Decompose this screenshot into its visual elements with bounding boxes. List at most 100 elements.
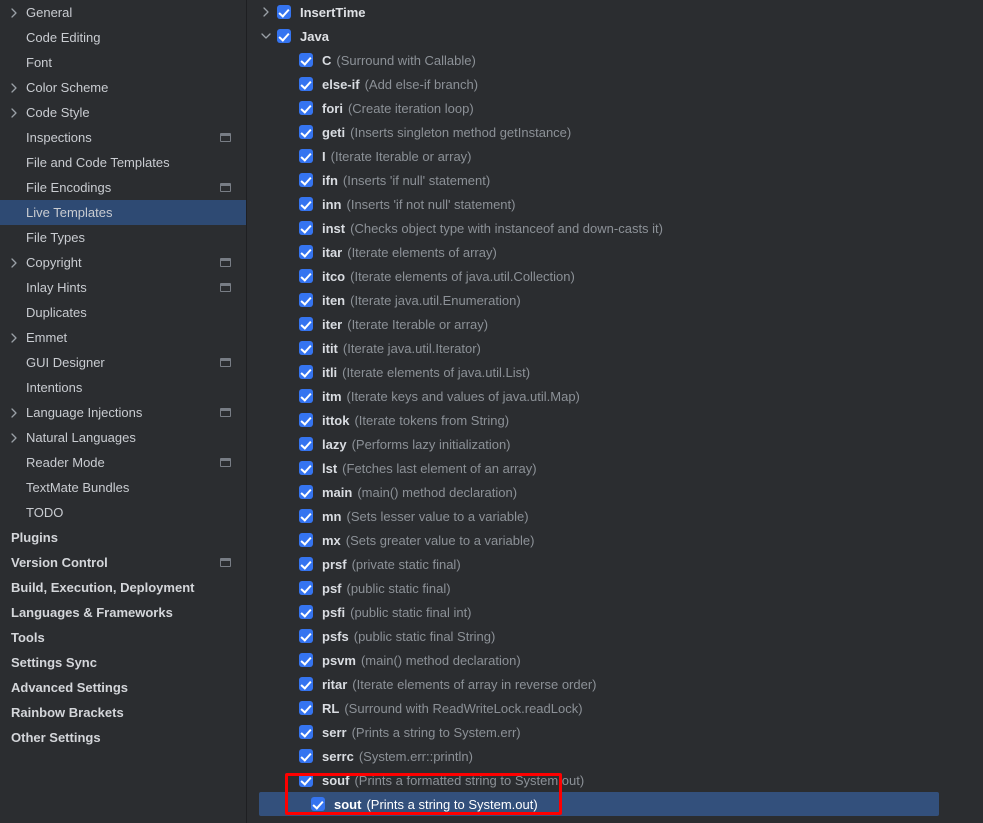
template-checkbox[interactable] <box>277 29 291 43</box>
template-row[interactable]: psfi (public static final int) <box>247 600 983 624</box>
sidebar-item-file-and-code-templates[interactable]: File and Code Templates <box>0 150 247 175</box>
template-row[interactable]: prsf (private static final) <box>247 552 983 576</box>
template-checkbox[interactable] <box>299 173 313 187</box>
sidebar-item-gui-designer[interactable]: GUI Designer <box>0 350 247 375</box>
template-row[interactable]: mx (Sets greater value to a variable) <box>247 528 983 552</box>
template-row[interactable]: mn (Sets lesser value to a variable) <box>247 504 983 528</box>
sidebar-item-file-encodings[interactable]: File Encodings <box>0 175 247 200</box>
template-row[interactable]: psf (public static final) <box>247 576 983 600</box>
sidebar-item-font[interactable]: Font <box>0 50 247 75</box>
template-row[interactable]: iten (Iterate java.util.Enumeration) <box>247 288 983 312</box>
template-row[interactable]: lazy (Performs lazy initialization) <box>247 432 983 456</box>
template-checkbox[interactable] <box>299 317 313 331</box>
sidebar-item-natural-languages[interactable]: Natural Languages <box>0 425 247 450</box>
template-row[interactable]: psvm (main() method declaration) <box>247 648 983 672</box>
sidebar-item-languages-frameworks[interactable]: Languages & Frameworks <box>0 600 247 625</box>
chevron-right-icon[interactable] <box>8 107 20 119</box>
template-row[interactable]: serrc (System.err::println) <box>247 744 983 768</box>
chevron-right-icon[interactable] <box>8 257 20 269</box>
template-checkbox[interactable] <box>299 389 313 403</box>
template-checkbox[interactable] <box>299 53 313 67</box>
template-row[interactable]: itit (Iterate java.util.Iterator) <box>247 336 983 360</box>
template-row[interactable]: I (Iterate Iterable or array) <box>247 144 983 168</box>
chevron-right-icon[interactable] <box>8 82 20 94</box>
template-row[interactable]: C (Surround with Callable) <box>247 48 983 72</box>
template-checkbox[interactable] <box>299 77 313 91</box>
template-row[interactable]: itar (Iterate elements of array) <box>247 240 983 264</box>
template-checkbox[interactable] <box>299 245 313 259</box>
template-checkbox[interactable] <box>277 5 291 19</box>
template-row[interactable]: itco (Iterate elements of java.util.Colle… <box>247 264 983 288</box>
template-row[interactable]: RL (Surround with ReadWriteLock.readLock) <box>247 696 983 720</box>
template-checkbox[interactable] <box>299 149 313 163</box>
sidebar-item-live-templates[interactable]: Live Templates <box>0 200 247 225</box>
template-row[interactable]: serr (Prints a string to System.err) <box>247 720 983 744</box>
template-row[interactable]: itm (Iterate keys and values of java.util… <box>247 384 983 408</box>
template-row[interactable]: ritar (Iterate elements of array in rever… <box>247 672 983 696</box>
sidebar-item-emmet[interactable]: Emmet <box>0 325 247 350</box>
template-checkbox[interactable] <box>299 461 313 475</box>
template-checkbox[interactable] <box>299 773 313 787</box>
chevron-right-icon[interactable] <box>8 332 20 344</box>
template-checkbox[interactable] <box>299 701 313 715</box>
template-checkbox[interactable] <box>299 221 313 235</box>
sidebar-item-inlay-hints[interactable]: Inlay Hints <box>0 275 247 300</box>
sidebar-item-file-types[interactable]: File Types <box>0 225 247 250</box>
sidebar-item-rainbow-brackets[interactable]: Rainbow Brackets <box>0 700 247 725</box>
sidebar-item-intentions[interactable]: Intentions <box>0 375 247 400</box>
template-row[interactable]: else-if (Add else-if branch) <box>247 72 983 96</box>
template-checkbox[interactable] <box>299 413 313 427</box>
template-checkbox[interactable] <box>299 581 313 595</box>
template-checkbox[interactable] <box>299 629 313 643</box>
template-checkbox[interactable] <box>299 437 313 451</box>
template-row[interactable]: iter (Iterate Iterable or array) <box>247 312 983 336</box>
chevron-right-icon[interactable] <box>259 5 273 19</box>
chevron-right-icon[interactable] <box>8 432 20 444</box>
template-row[interactable]: inst (Checks object type with instanceof … <box>247 216 983 240</box>
template-checkbox[interactable] <box>299 293 313 307</box>
sidebar-item-build-execution-deployment[interactable]: Build, Execution, Deployment <box>0 575 247 600</box>
template-checkbox[interactable] <box>299 125 313 139</box>
template-checkbox[interactable] <box>299 677 313 691</box>
template-row[interactable]: psfs (public static final String) <box>247 624 983 648</box>
template-row[interactable]: geti (Inserts singleton method getInstanc… <box>247 120 983 144</box>
sidebar-item-color-scheme[interactable]: Color Scheme <box>0 75 247 100</box>
template-group-row[interactable]: InsertTime <box>247 0 983 24</box>
sidebar-item-settings-sync[interactable]: Settings Sync <box>0 650 247 675</box>
sidebar-item-advanced-settings[interactable]: Advanced Settings <box>0 675 247 700</box>
template-checkbox[interactable] <box>299 197 313 211</box>
template-checkbox[interactable] <box>299 533 313 547</box>
sidebar-item-duplicates[interactable]: Duplicates <box>0 300 247 325</box>
template-row[interactable]: sout (Prints a string to System.out) <box>259 792 939 816</box>
template-checkbox[interactable] <box>299 341 313 355</box>
template-checkbox[interactable] <box>299 725 313 739</box>
template-row[interactable]: ifn (Inserts 'if null' statement) <box>247 168 983 192</box>
template-checkbox[interactable] <box>299 653 313 667</box>
sidebar-item-code-editing[interactable]: Code Editing <box>0 25 247 50</box>
template-checkbox[interactable] <box>299 101 313 115</box>
template-checkbox[interactable] <box>299 485 313 499</box>
sidebar-item-inspections[interactable]: Inspections <box>0 125 247 150</box>
sidebar-item-other-settings[interactable]: Other Settings <box>0 725 247 750</box>
sidebar-item-code-style[interactable]: Code Style <box>0 100 247 125</box>
sidebar-item-copyright[interactable]: Copyright <box>0 250 247 275</box>
sidebar-item-version-control[interactable]: Version Control <box>0 550 247 575</box>
template-row[interactable]: souf (Prints a formatted string to System… <box>247 768 983 792</box>
template-row[interactable]: main (main() method declaration) <box>247 480 983 504</box>
template-checkbox[interactable] <box>299 509 313 523</box>
template-checkbox[interactable] <box>299 749 313 763</box>
sidebar-item-todo[interactable]: TODO <box>0 500 247 525</box>
template-row[interactable]: ittok (Iterate tokens from String) <box>247 408 983 432</box>
live-templates-tree[interactable]: InsertTime Java C (Surround with Callable) e… <box>247 0 983 816</box>
template-row[interactable]: lst (Fetches last element of an array) <box>247 456 983 480</box>
sidebar-item-tools[interactable]: Tools <box>0 625 247 650</box>
template-checkbox[interactable] <box>299 605 313 619</box>
template-row[interactable]: fori (Create iteration loop) <box>247 96 983 120</box>
sidebar-item-textmate-bundles[interactable]: TextMate Bundles <box>0 475 247 500</box>
template-checkbox[interactable] <box>299 557 313 571</box>
template-row[interactable]: itli (Iterate elements of java.util.List) <box>247 360 983 384</box>
template-row[interactable]: inn (Inserts 'if not null' statement) <box>247 192 983 216</box>
template-checkbox[interactable] <box>299 365 313 379</box>
chevron-down-icon[interactable] <box>259 29 273 43</box>
chevron-right-icon[interactable] <box>8 7 20 19</box>
